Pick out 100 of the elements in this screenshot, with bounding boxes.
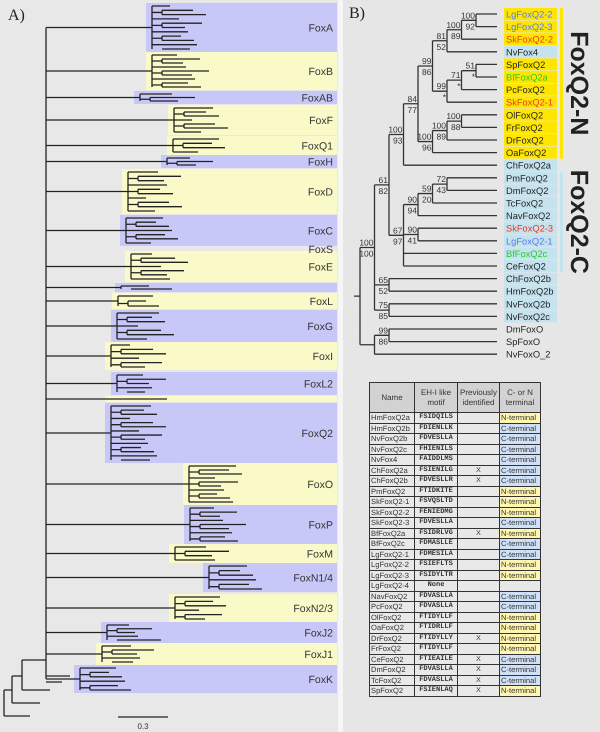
clade-label: FoxM bbox=[306, 548, 333, 560]
column-header: Previously identified bbox=[458, 382, 500, 412]
bootstrap-value: 99 bbox=[436, 81, 446, 92]
clade-label: FoxB bbox=[308, 66, 333, 78]
bootstrap-value: 84 bbox=[408, 94, 417, 104]
taxon-label: BfFoxQ2a bbox=[506, 72, 548, 82]
bootstrap-value: 97 bbox=[393, 236, 402, 246]
clade-label: FoxN1/4 bbox=[293, 572, 333, 584]
bootstrap-value: 65 bbox=[378, 274, 388, 285]
bootstrap-value: 51 bbox=[466, 60, 475, 71]
taxon-label: BfFoxQ2c bbox=[506, 248, 548, 259]
bootstrap-value: 86 bbox=[378, 336, 388, 346]
clade-label: FoxQ2-C bbox=[565, 170, 593, 274]
taxon-label: SkFoxQ2-1 bbox=[506, 98, 554, 108]
taxon-label: TcFoxQ2 bbox=[506, 198, 544, 208]
taxon-label: LgFoxQ2-1 bbox=[506, 236, 553, 246]
bootstrap-value: 75 bbox=[378, 300, 388, 310]
taxon-label: NavFoxQ2 bbox=[506, 211, 550, 222]
taxon-label: DmFoxQ2 bbox=[506, 186, 548, 196]
taxon-label: NvFoxO_2 bbox=[506, 350, 550, 360]
clade-label: FoxP bbox=[308, 520, 333, 532]
bootstrap-value: 100 bbox=[359, 238, 374, 248]
taxon-label: SpFoxQ2 bbox=[506, 60, 546, 70]
bootstrap-value: 81 bbox=[436, 30, 446, 41]
taxon-label: NvFoxQ2b bbox=[506, 299, 550, 310]
panel-label: A) bbox=[8, 7, 25, 24]
bootstrap-value: 99 bbox=[422, 56, 432, 66]
bootstrap-value: 88 bbox=[451, 122, 460, 132]
bootstrap-value: 20 bbox=[422, 194, 432, 205]
bootstrap-value: 100 bbox=[417, 132, 432, 142]
column-header: EH-I like motif bbox=[414, 382, 458, 412]
clade-label: FoxE bbox=[308, 262, 333, 274]
bootstrap-value: 90 bbox=[408, 194, 417, 205]
bootstrap-value: 61 bbox=[378, 174, 388, 185]
bootstrap-value: 89 bbox=[436, 132, 446, 142]
clade-label: FoxA bbox=[308, 22, 333, 34]
bootstrap-value: 99 bbox=[378, 325, 388, 336]
bootstrap-value: 96 bbox=[422, 142, 432, 153]
bootstrap-value: * bbox=[442, 92, 446, 102]
bootstrap-value: 59 bbox=[422, 184, 432, 194]
bootstrap-value: 92 bbox=[466, 21, 475, 32]
bootstrap-value: 100 bbox=[446, 111, 460, 122]
bootstrap-value: 82 bbox=[378, 186, 388, 196]
scale-label: 0.3 bbox=[137, 722, 149, 731]
bootstrap-value: 72 bbox=[436, 174, 446, 184]
clade-label: FoxQ2 bbox=[301, 428, 333, 440]
bootstrap-value: 100 bbox=[446, 20, 460, 30]
bootstrap-value: 100 bbox=[388, 124, 402, 134]
bootstrap-value: * bbox=[457, 81, 460, 92]
taxon-label: DmFoxO bbox=[506, 324, 544, 334]
clade-label: FoxG bbox=[307, 321, 333, 333]
taxon-label: SkFoxQ2-2 bbox=[506, 34, 554, 45]
bootstrap-value: * bbox=[472, 72, 475, 82]
clade-label: FoxD bbox=[308, 186, 333, 198]
taxon-label: FrFoxQ2 bbox=[506, 122, 543, 133]
clade-label: FoxK bbox=[308, 674, 333, 686]
bootstrap-value: 52 bbox=[378, 286, 388, 296]
bootstrap-value: 41 bbox=[408, 236, 417, 246]
taxon-label: CeFoxQ2 bbox=[506, 262, 546, 272]
bootstrap-value: 93 bbox=[393, 136, 402, 146]
bootstrap-value: 43 bbox=[436, 185, 446, 196]
bootstrap-value: 86 bbox=[422, 66, 432, 77]
taxon-label: LgFoxQ2-3 bbox=[506, 22, 553, 32]
taxon-label: SpFoxO bbox=[506, 337, 540, 348]
clade-label: FoxAB bbox=[301, 92, 333, 104]
clade-label: FoxL2 bbox=[304, 378, 333, 390]
clade-label: FoxJ2 bbox=[304, 628, 333, 640]
clade-label: FoxH bbox=[308, 156, 333, 168]
bootstrap-value: 100 bbox=[460, 10, 475, 20]
column-header: C- or N terminal bbox=[500, 382, 540, 412]
column-header: Name bbox=[370, 382, 414, 412]
clade-label: FoxN2/3 bbox=[293, 603, 333, 615]
taxon-label: NvFoxQ2c bbox=[506, 312, 550, 322]
clade-label: FoxS bbox=[308, 244, 333, 256]
bootstrap-value: 89 bbox=[451, 30, 460, 41]
clade-label: FoxQ1 bbox=[301, 140, 333, 152]
scale-bar bbox=[118, 716, 168, 718]
taxon-label: DrFoxQ2 bbox=[506, 136, 544, 146]
clade-label: FoxI bbox=[312, 351, 333, 363]
clade-label: FoxF bbox=[309, 115, 333, 127]
clade-label: FoxL bbox=[310, 296, 333, 308]
taxon-label: PcFoxQ2 bbox=[506, 85, 545, 96]
taxon-label: OlFoxQ2 bbox=[506, 110, 544, 120]
bootstrap-value: 71 bbox=[451, 70, 460, 80]
taxon-label: LgFoxQ2-2 bbox=[506, 10, 553, 20]
bootstrap-value: 77 bbox=[408, 104, 417, 115]
taxon-label: SkFoxQ2-3 bbox=[506, 224, 554, 234]
taxon-label: NvFox4 bbox=[506, 47, 538, 58]
clade-label: FoxC bbox=[308, 226, 333, 238]
clade-label: FoxJ1 bbox=[304, 649, 333, 661]
bootstrap-value: 94 bbox=[408, 206, 417, 216]
taxon-label: ChFoxQ2a bbox=[506, 160, 551, 171]
bootstrap-value: 67 bbox=[393, 225, 402, 236]
bootstrap-value: 52 bbox=[436, 42, 446, 52]
taxon-label: HmFoxQ2b bbox=[506, 286, 554, 297]
panel-label: B) bbox=[349, 5, 365, 22]
bootstrap-value: 100 bbox=[432, 120, 446, 131]
taxon-label: PmFoxQ2 bbox=[506, 173, 548, 184]
clade-label: FoxO bbox=[307, 479, 333, 491]
taxon-label: ChFoxQ2b bbox=[506, 274, 551, 284]
